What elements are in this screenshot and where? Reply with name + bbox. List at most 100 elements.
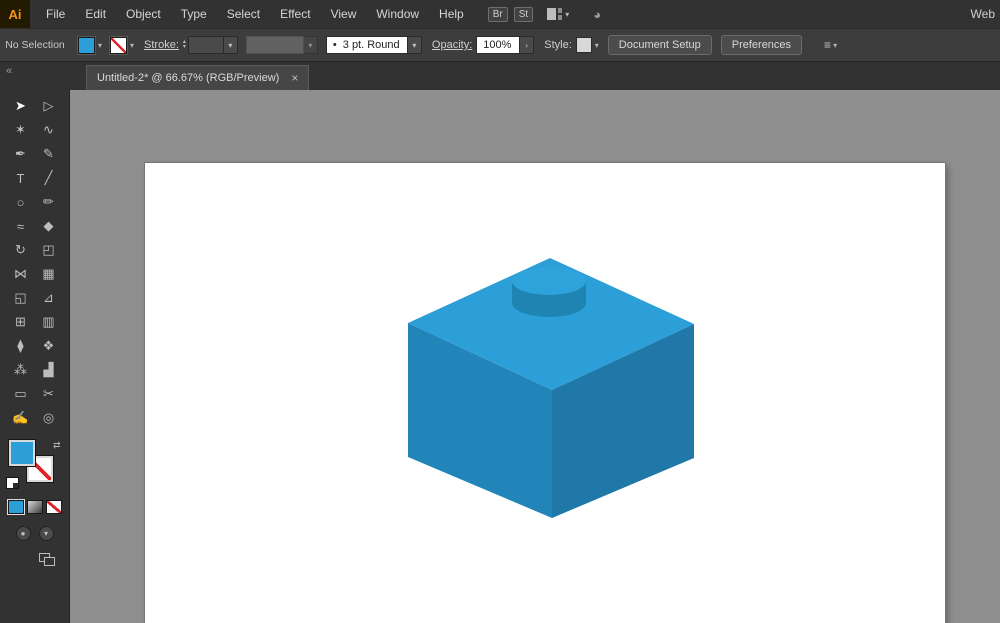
document-setup-button[interactable]: Document Setup (607, 35, 712, 55)
hand-tool[interactable]: ✍ (7, 406, 35, 430)
workspace-switcher[interactable]: Web (971, 7, 1000, 21)
selection-status: No Selection (5, 39, 65, 51)
tools-panel: ➤ ▷ ✶ ∿ ✒ ✎ T ╱ ○ ✏ ≈ ◆ ↻ ◰ ⋈ ▦ ◱ ⊿ ⊞ ▥ ⧫ ❖ ⁂ ▟ ▭ ✂ ✍ ◎ ⇄ ● ▾ (0, 90, 70, 623)
style-dropdown[interactable]: ▾ (575, 37, 599, 53)
stroke-weight-dropdown-icon[interactable]: ▾ (223, 36, 238, 54)
menu-select[interactable]: Select (217, 0, 270, 28)
style-label: Style: (544, 39, 572, 51)
fill-color-swatch[interactable] (78, 36, 95, 54)
free-transform-tool[interactable]: ▦ (35, 262, 63, 286)
shaper-tool[interactable]: ≈ (7, 214, 35, 238)
chevron-down-icon: ▾ (303, 36, 318, 54)
stepper-arrows-icon[interactable]: ▴ ▾ (183, 39, 186, 50)
stroke-weight-label[interactable]: Stroke: (144, 39, 179, 51)
align-icon: ≡ (824, 38, 831, 52)
shape-builder-tool[interactable]: ◱ (7, 286, 35, 310)
stroke-color-dropdown[interactable]: ▾ (110, 36, 135, 54)
chevron-down-icon: ▾ (130, 40, 135, 50)
arrange-documents-icon (547, 8, 563, 20)
chevron-down-icon: ▾ (833, 40, 838, 50)
sync-status-icon[interactable]: ◕ (593, 7, 601, 22)
menu-view[interactable]: View (321, 0, 367, 28)
direct-selection-tool[interactable]: ▷ (35, 94, 63, 118)
ellipse-tool[interactable]: ○ (7, 190, 35, 214)
menu-type[interactable]: Type (171, 0, 217, 28)
document-tab-title: Untitled-2* @ 66.67% (RGB/Preview) (97, 72, 280, 84)
menubar: Ai File Edit Object Type Select Effect View Win… (0, 0, 1000, 28)
eyedropper-tool[interactable]: ⧫ (7, 334, 35, 358)
stock-button[interactable]: St (513, 6, 534, 22)
menu-object[interactable]: Object (116, 0, 171, 28)
menu-help[interactable]: Help (429, 0, 474, 28)
bridge-button[interactable]: Br (487, 6, 508, 22)
stroke-weight-field[interactable] (187, 36, 224, 54)
width-profile-dropdown[interactable]: ▾ (245, 36, 318, 54)
symbol-sprayer-tool[interactable]: ⁂ (7, 358, 35, 382)
default-fill-stroke-icon[interactable] (6, 478, 18, 488)
stroke-none-swatch[interactable] (110, 36, 128, 54)
chevron-down-icon: ▾ (565, 9, 570, 19)
menu-edit[interactable]: Edit (75, 0, 116, 28)
zoom-tool[interactable]: ◎ (35, 406, 63, 430)
brush-name: 3 pt. Round (342, 39, 400, 51)
opacity-label[interactable]: Opacity: (432, 39, 472, 51)
brush-definition-field[interactable]: • 3 pt. Round (325, 36, 408, 54)
canvas[interactable] (70, 90, 1000, 623)
chevron-down-icon: ▾ (594, 40, 599, 50)
menu-file[interactable]: File (36, 0, 75, 28)
none-button[interactable] (45, 500, 62, 514)
color-button[interactable] (7, 500, 24, 514)
preferences-button[interactable]: Preferences (720, 35, 803, 55)
brick-stud-top[interactable] (512, 267, 586, 295)
screen-mode-icon[interactable] (39, 553, 55, 566)
mesh-tool[interactable]: ⊞ (7, 310, 35, 334)
drawing-modes-row: ● ▾ (15, 526, 54, 541)
lego-brick-artwork[interactable] (400, 250, 700, 525)
menu-items: File Edit Object Type Select Effect View Window… (36, 0, 474, 28)
rotate-tool[interactable]: ↻ (7, 238, 35, 262)
type-tool[interactable]: T (7, 166, 35, 190)
width-tool[interactable]: ⋈ (7, 262, 35, 286)
arrange-documents-dropdown[interactable]: ▾ (547, 8, 569, 20)
opacity-control[interactable]: 100% › (476, 36, 535, 54)
chevron-down-icon: ▾ (407, 36, 422, 54)
align-panel-dropdown[interactable]: ≡ ▾ (810, 38, 837, 52)
opacity-field[interactable]: 100% (476, 36, 521, 54)
menu-effect[interactable]: Effect (270, 0, 320, 28)
selection-tool[interactable]: ➤ (7, 94, 35, 118)
lasso-tool[interactable]: ∿ (35, 118, 63, 142)
swap-fill-stroke-icon[interactable]: ⇄ (53, 440, 61, 451)
close-tab-icon[interactable]: × (291, 71, 298, 85)
blend-tool[interactable]: ❖ (35, 334, 63, 358)
paintbrush-tool[interactable]: ✏ (35, 190, 63, 214)
collapse-panels-icon[interactable]: « (0, 62, 70, 90)
opacity-expand-icon[interactable]: › (520, 36, 535, 54)
slice-tool[interactable]: ✂ (35, 382, 63, 406)
curvature-tool[interactable]: ✎ (35, 142, 63, 166)
color-mode-row (7, 500, 62, 514)
eraser-tool[interactable]: ◆ (35, 214, 63, 238)
magic-wand-tool[interactable]: ✶ (7, 118, 35, 142)
document-tab[interactable]: Untitled-2* @ 66.67% (RGB/Preview) × (86, 65, 310, 90)
menu-window[interactable]: Window (366, 0, 429, 28)
fill-color-dropdown[interactable]: ▾ (78, 36, 102, 54)
fill-indicator[interactable] (8, 440, 35, 466)
width-profile-field (245, 36, 304, 54)
style-swatch[interactable] (575, 37, 592, 53)
screen-mode-row (39, 553, 55, 566)
column-graph-tool[interactable]: ▟ (35, 358, 63, 382)
stroke-weight-stepper[interactable]: ▴ ▾ ▾ (183, 36, 238, 54)
scale-tool[interactable]: ◰ (35, 238, 63, 262)
illustrator-logo: Ai (0, 0, 30, 28)
draw-mode-icon[interactable]: ● (15, 526, 31, 541)
control-bar: No Selection ▾ ▾ Stroke: ▴ ▾ ▾ ▾ • 3 pt. … (0, 28, 1000, 62)
artboard[interactable] (145, 163, 945, 623)
draw-mode-menu-icon[interactable]: ▾ (38, 526, 54, 541)
perspective-grid-tool[interactable]: ⊿ (35, 286, 63, 310)
gradient-tool[interactable]: ▥ (35, 310, 63, 334)
pen-tool[interactable]: ✒ (7, 142, 35, 166)
artboard-tool[interactable]: ▭ (7, 382, 35, 406)
brush-definition-dropdown[interactable]: • 3 pt. Round ▾ (325, 36, 422, 54)
line-segment-tool[interactable]: ╱ (35, 166, 63, 190)
gradient-button[interactable] (26, 500, 43, 514)
